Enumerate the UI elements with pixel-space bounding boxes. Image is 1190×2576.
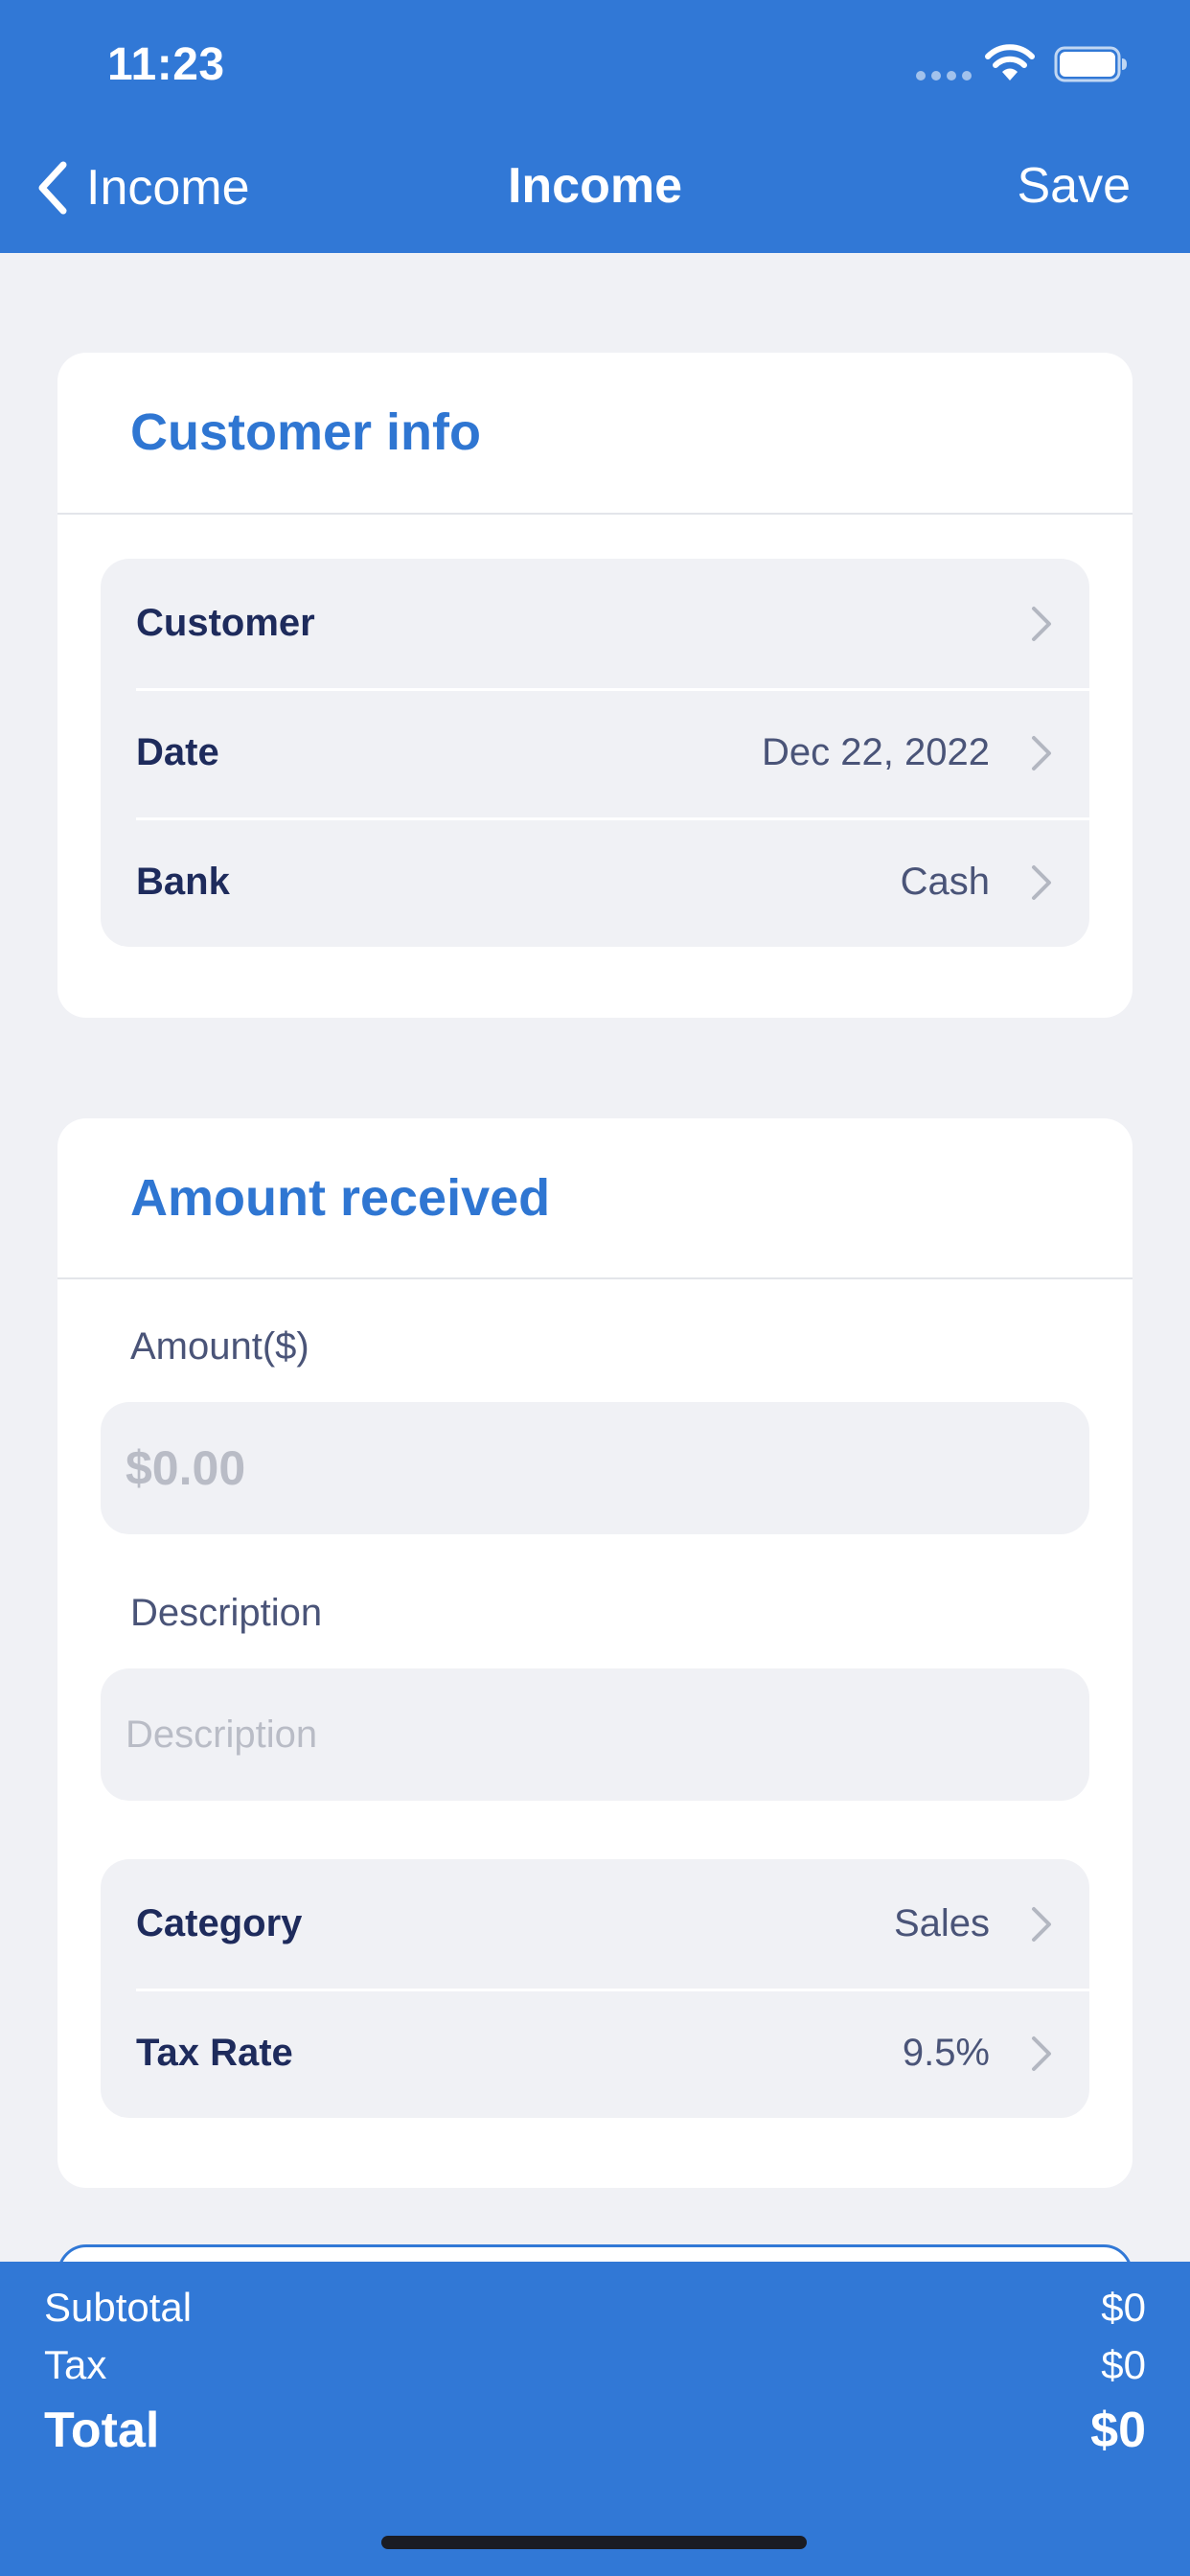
customer-info-card: Customer info Customer Date Dec 22, 2022… [57,353,1133,1018]
back-button[interactable]: Income [33,153,250,222]
battery-icon [1054,46,1127,82]
tax-value: $0 [1101,2342,1146,2387]
chevron-right-icon [1032,2036,1051,2071]
divider [57,513,1133,515]
header-bar: 11:23 Income Income Save [0,0,1190,253]
chevron-right-icon [1032,1906,1051,1942]
description-input[interactable] [101,1668,1089,1801]
summary-footer: Subtotal $0 Tax $0 Total $0 [0,2262,1190,2576]
subtotal-label: Subtotal [44,2285,193,2330]
chevron-right-icon [1032,735,1051,770]
total-row: Total $0 [44,2402,1146,2459]
category-value: Sales [893,1902,990,1944]
chevron-right-icon [1032,864,1051,900]
chevron-right-icon [1032,606,1051,641]
back-button-label: Income [86,160,250,216]
customer-row[interactable]: Customer [101,559,1089,688]
bank-label: Bank [136,861,230,903]
chevron-left-icon [38,161,67,215]
subtotal-row: Subtotal $0 [44,2285,1146,2331]
date-label: Date [136,731,219,773]
save-button[interactable]: Save [1017,157,1131,215]
home-indicator [381,2536,807,2549]
tax-rate-row[interactable]: Tax Rate 9.5% [101,1989,1089,2118]
customer-label: Customer [136,602,315,644]
amount-received-title: Amount received [130,1169,551,1227]
category-row[interactable]: Category Sales [101,1859,1089,1989]
category-label: Category [136,1902,303,1944]
wifi-icon [985,44,1035,80]
income-screen: 11:23 Income Income Save Customer info C… [0,0,1190,2576]
date-row[interactable]: Date Dec 22, 2022 [101,688,1089,817]
category-tax-group: Category Sales Tax Rate 9.5% [101,1859,1089,2118]
status-time: 11:23 [107,39,225,90]
total-label: Total [44,2403,160,2458]
amount-input[interactable] [101,1402,1089,1534]
total-value: $0 [1090,2403,1146,2458]
divider [57,1277,1133,1279]
tax-row: Tax $0 [44,2342,1146,2388]
amount-label: Amount($) [130,1325,309,1368]
subtotal-value: $0 [1101,2285,1146,2330]
bank-value: Cash [900,861,990,903]
tax-rate-value: 9.5% [902,2032,990,2074]
amount-received-card: Amount received Amount($) Description Ca… [57,1118,1133,2188]
bank-row[interactable]: Bank Cash [101,817,1089,947]
tax-label: Tax [44,2342,107,2387]
customer-info-title: Customer info [130,403,482,461]
cellular-signal-icon [916,71,972,80]
customer-info-group: Customer Date Dec 22, 2022 Bank Cash [101,559,1089,947]
description-label: Description [130,1592,323,1634]
date-value: Dec 22, 2022 [762,731,990,773]
tax-rate-label: Tax Rate [136,2032,293,2074]
